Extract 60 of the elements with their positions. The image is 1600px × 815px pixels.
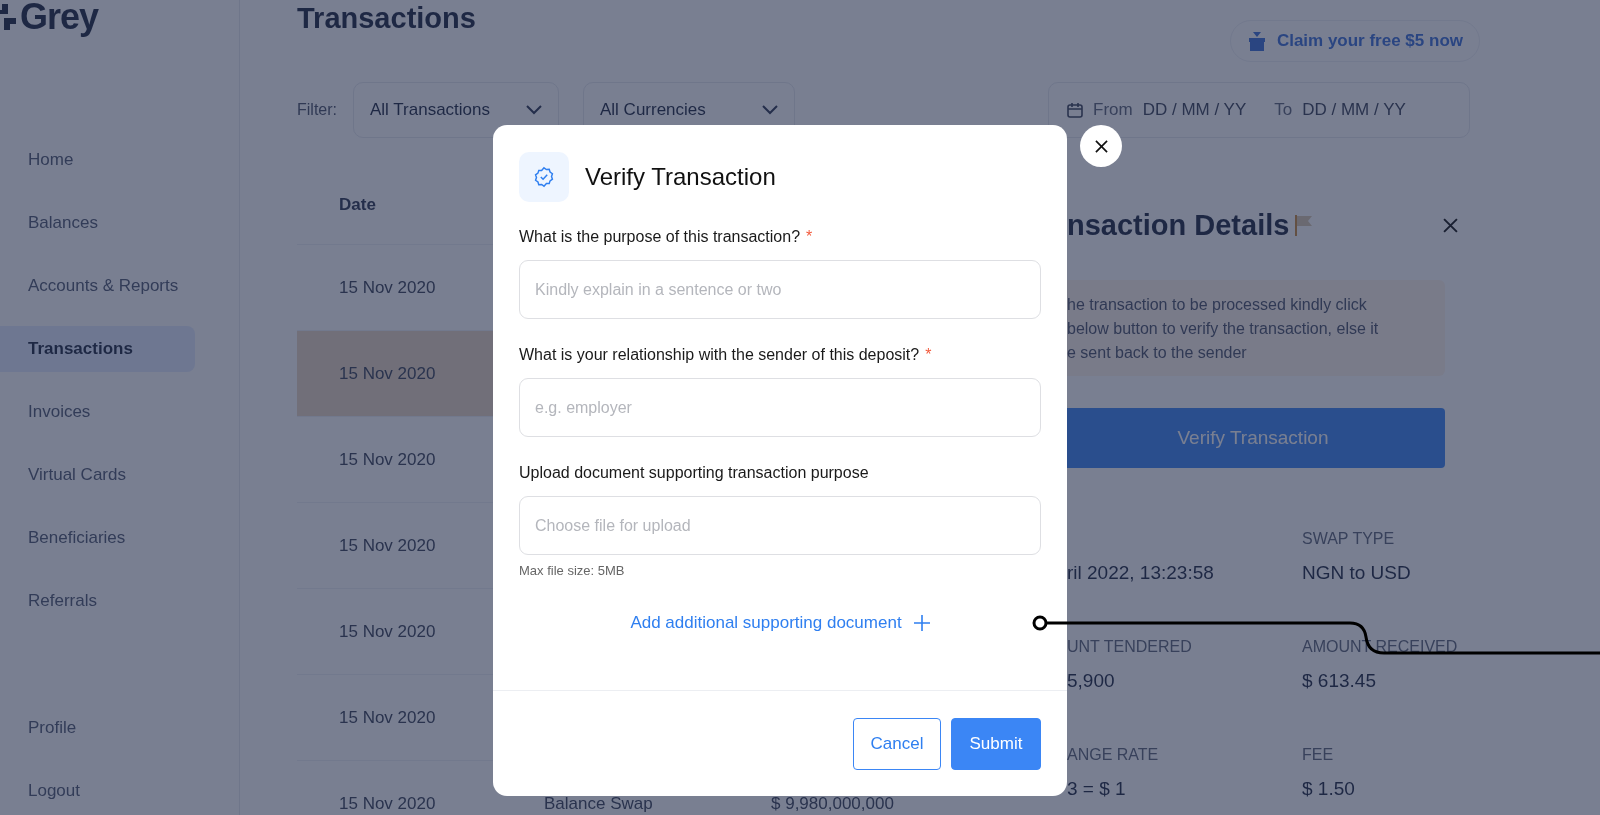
field-label: What is your relationship with the sender of this deposit? * [519,346,933,364]
hint-text: Max file size: 5MB [519,563,626,578]
field-value: ril 2022, 13:23:58 [1067,562,1214,584]
field-label: Upload document supporting transaction purpose [519,464,870,482]
nav-item[interactable]: Virtual Cards [0,452,195,498]
logo-text: Grey [20,0,99,38]
close-button[interactable] [1443,217,1458,233]
add-document-link[interactable]: Add additional supporting document [630,613,930,633]
field-value: $ 613.45 [1302,670,1376,692]
chevron-down-icon [762,105,778,115]
field-value: 3 = $ 1 [1067,778,1126,800]
nav-item[interactable]: Logout [0,768,195,814]
field-label: SWAP TYPE [1302,530,1395,548]
nav-item[interactable]: Accounts & Reports [0,263,195,309]
cancel-button[interactable]: Cancel [853,717,941,770]
table-cell: 15 Nov 2020 [339,793,436,814]
field-value: 5,900 [1067,670,1115,692]
nav-item[interactable]: Balances [0,200,195,246]
field-value: NGN to USD [1302,562,1411,584]
field-label: AMOUNT RECEIVED [1302,638,1458,656]
filter-label: Filter: [297,101,337,119]
dialog-title: Verify Transaction [585,163,776,191]
nav-item[interactable]: Invoices [0,389,195,435]
flag-icon [1295,214,1314,236]
close-icon [1443,217,1458,233]
gift-icon [1246,31,1267,51]
close-icon [1094,139,1108,153]
notice-text: he transaction to be processed kindly click [1067,295,1368,315]
table-cell: Balance Swap [544,793,653,814]
page-title: Transactions [297,2,476,35]
field-label: UNT TENDERED [1067,638,1192,656]
table-cell: 15 Nov 2020 [339,449,436,470]
input-field[interactable]: Choose file for upload [519,496,1041,555]
nav-item[interactable]: Profile [0,705,195,751]
nav-item[interactable]: Transactions [0,326,195,372]
notice-text: e sent back to the sender [1067,343,1248,363]
table-cell: 15 Nov 2020 [339,707,436,728]
plus-icon [913,615,930,631]
field-label: What is the purpose of this transaction? * [519,228,814,246]
nav-item[interactable]: Referrals [0,578,195,624]
promo-button[interactable]: Claim your free $5 now [1229,20,1480,62]
close-button[interactable] [1080,125,1122,167]
nav-item[interactable]: Home [0,137,195,183]
details-title: nsaction Details [1067,208,1290,242]
field-value: $ 1.50 [1302,778,1355,800]
table-cell: 15 Nov 2020 [339,535,436,556]
badge-check-icon [533,166,555,188]
field-label: ANGE RATE [1067,746,1159,764]
chevron-down-icon [526,105,542,115]
input-field[interactable]: Kindly explain in a sentence or two [519,260,1041,319]
table-cell: 15 Nov 2020 [339,277,436,298]
field-label: FEE [1302,746,1334,764]
notice-text: below button to verify the transaction, else it [1067,319,1380,339]
nav-item[interactable]: Beneficiaries [0,515,195,561]
table-cell: 15 Nov 2020 [339,621,436,642]
table-cell: 15 Nov 2020 [339,363,436,384]
table-cell: $ 9,980,000,000 [771,793,894,814]
calendar-icon [1067,102,1083,118]
submit-button[interactable]: Submit [951,717,1041,770]
input-field[interactable]: e.g. employer [519,378,1041,437]
